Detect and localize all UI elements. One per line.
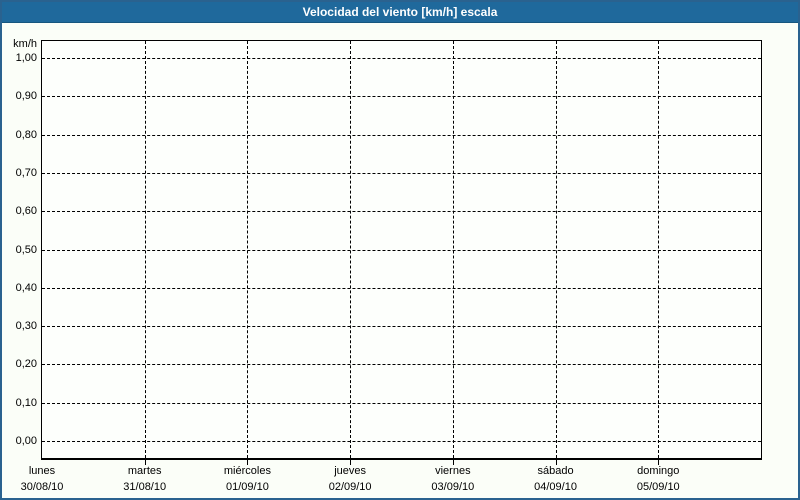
x-tick-day-label: domingo bbox=[637, 465, 680, 477]
y-tick-label: 0,10 bbox=[15, 396, 37, 409]
y-tick-label: 0,70 bbox=[15, 166, 37, 179]
h-gridline bbox=[42, 287, 761, 289]
y-tick-label: 0,40 bbox=[15, 281, 37, 294]
v-gridline bbox=[350, 41, 351, 458]
x-tick-mark bbox=[556, 460, 557, 465]
v-gridline bbox=[247, 41, 248, 458]
v-gridline bbox=[453, 41, 454, 458]
y-tick-label: 0,80 bbox=[15, 128, 37, 141]
x-tick-mark bbox=[453, 460, 454, 465]
h-gridline bbox=[42, 402, 761, 404]
h-gridline bbox=[42, 58, 761, 59]
h-gridline bbox=[42, 96, 761, 98]
x-tick-date-label: 05/09/10 bbox=[636, 481, 680, 493]
h-gridline bbox=[42, 172, 761, 174]
y-tick-label: 0,00 bbox=[15, 435, 37, 447]
x-tick-mark bbox=[350, 460, 351, 465]
y-tick-label: 0,60 bbox=[15, 205, 37, 218]
y-tick-label: 0,20 bbox=[15, 358, 37, 371]
y-tick-label: 0,30 bbox=[15, 320, 37, 333]
plot-area bbox=[41, 40, 762, 460]
y-tick-label: 1,00 bbox=[15, 52, 37, 64]
h-gridline bbox=[42, 364, 761, 366]
x-tick-mark bbox=[145, 460, 146, 465]
x-tick-mark bbox=[658, 460, 659, 465]
h-gridline bbox=[42, 134, 761, 136]
h-gridline bbox=[42, 441, 761, 442]
chart-window: Velocidad del viento [km/h] escala km/h … bbox=[0, 0, 800, 500]
x-tick-mark bbox=[247, 460, 248, 465]
y-axis-unit-label: km/h bbox=[13, 38, 37, 50]
v-gridline bbox=[556, 41, 557, 458]
h-gridline bbox=[42, 211, 761, 213]
chart-title: Velocidad del viento [km/h] escala bbox=[2, 2, 798, 23]
v-gridline bbox=[658, 41, 659, 458]
y-tick-label: 0,50 bbox=[15, 243, 37, 256]
h-gridline bbox=[42, 326, 761, 328]
v-gridline bbox=[145, 41, 146, 458]
h-gridline bbox=[42, 249, 761, 251]
y-tick-label: 0,90 bbox=[15, 90, 37, 103]
